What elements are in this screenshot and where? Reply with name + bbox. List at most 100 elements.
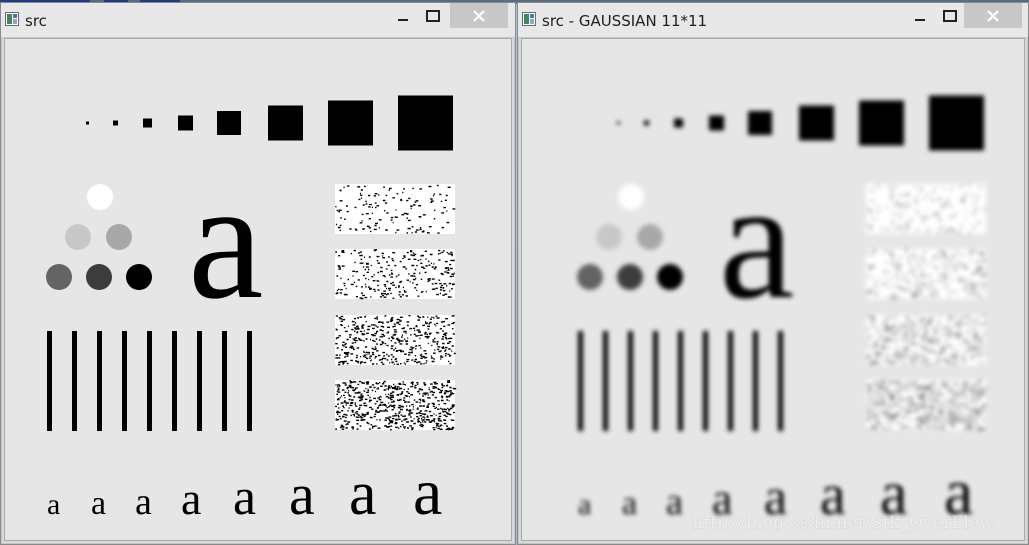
minimize-button[interactable] [906, 3, 933, 28]
black-square [86, 121, 89, 125]
image-canvas[interactable]: aaaaaaaaa [4, 38, 512, 541]
black-square [178, 115, 193, 131]
gray-circle [106, 224, 132, 250]
vertical-bars [47, 331, 252, 431]
title-bar[interactable]: src [1, 3, 515, 38]
vertical-bar [628, 331, 633, 431]
title-bar[interactable]: src - GAUSSIAN 11*11 [518, 3, 1028, 38]
vertical-bar [47, 331, 52, 431]
gray-circle [617, 264, 643, 290]
black-square [709, 115, 724, 131]
black-square [929, 95, 984, 151]
black-square [268, 105, 303, 141]
black-square [748, 111, 772, 135]
gray-circle [596, 224, 622, 250]
gray-circle [87, 184, 113, 210]
gray-circle [126, 264, 152, 290]
close-button[interactable] [964, 3, 1022, 28]
black-square [674, 118, 683, 128]
small-letter: a [181, 473, 201, 524]
minimize-icon [397, 18, 408, 21]
vertical-bar [97, 331, 102, 431]
blurred-test-pattern-image: aa a a a a a a a [577, 95, 988, 529]
maximize-button[interactable] [936, 3, 963, 28]
opencv-window-icon [5, 12, 19, 26]
black-square [859, 100, 904, 146]
square-size-row [86, 95, 453, 151]
black-square [217, 111, 241, 135]
window-title: src - GAUSSIAN 11*11 [542, 12, 708, 30]
vertical-bar [122, 331, 127, 431]
small-letter: a [233, 469, 256, 526]
opencv-window-icon [522, 12, 536, 26]
maximize-icon [942, 9, 957, 22]
letter-size-row: aaaaaaaa [47, 456, 442, 529]
black-square [617, 121, 620, 125]
noise-panel [866, 249, 986, 300]
vertical-bar [197, 331, 202, 431]
vertical-bar [72, 331, 77, 431]
maximize-icon [425, 9, 440, 22]
black-square [644, 120, 649, 126]
gray-circle [618, 184, 644, 210]
gray-circle [637, 224, 663, 250]
small-letter: a [289, 462, 315, 527]
noise-panel [335, 380, 457, 431]
close-button[interactable] [450, 3, 508, 28]
source-image-window[interactable]: src aaaaaaaaa [0, 2, 516, 545]
small-letter: a [622, 485, 637, 522]
vertical-bar [678, 331, 683, 431]
vertical-bar [172, 331, 177, 431]
noise-panel [866, 184, 987, 234]
small-letter: a [91, 485, 106, 522]
vertical-bar [603, 331, 608, 431]
vertical-bars [578, 331, 783, 431]
small-letter: a [47, 488, 60, 521]
big-letter: a [188, 146, 263, 334]
noise-panels [335, 184, 457, 431]
minimize-icon [914, 18, 925, 21]
black-square [113, 120, 118, 126]
noise-panel [866, 380, 988, 431]
small-letter: a [578, 488, 591, 521]
vertical-bar [222, 331, 227, 431]
maximize-button[interactable] [419, 3, 446, 28]
vertical-bar [147, 331, 152, 431]
window-title: src [25, 12, 47, 30]
minimize-button[interactable] [389, 3, 416, 28]
gray-circle [657, 264, 683, 290]
vertical-bar [653, 331, 658, 431]
black-square [799, 105, 834, 141]
noise-panel [335, 184, 456, 234]
black-square [398, 95, 453, 151]
vertical-bar [703, 331, 708, 431]
vertical-bar [578, 331, 583, 431]
test-pattern-image: aa a a a a a a a [46, 95, 457, 529]
square-size-row [617, 95, 984, 151]
vertical-bar [753, 331, 758, 431]
gray-circle [65, 224, 91, 250]
vertical-bar [247, 331, 252, 431]
close-icon [473, 9, 485, 22]
image-canvas[interactable]: aaaaaaaaa http://blog.csdn.net/Stk_OverF… [521, 38, 1025, 541]
noise-panel [335, 315, 456, 366]
watermark-text: http://blog.csdn.net/Stk_OverFlow [692, 513, 995, 533]
gray-circle [86, 264, 112, 290]
small-letter: a [413, 456, 442, 529]
vertical-bar [778, 331, 783, 431]
noise-panels [866, 184, 988, 431]
small-letter: a [349, 460, 377, 528]
gray-level-circles [577, 184, 683, 290]
small-letter: a [135, 481, 152, 523]
gaussian-blur-window[interactable]: src - GAUSSIAN 11*11 aaaaaaaaa http://bl… [517, 2, 1029, 545]
gray-level-circles [46, 184, 152, 290]
vertical-bar [728, 331, 733, 431]
desktop: src aaaaaaaaa src - GAUSSIAN 11*11 a a a… [0, 0, 1029, 545]
black-square [328, 100, 373, 146]
gray-circle [577, 264, 603, 290]
noise-panel [866, 315, 987, 366]
black-square [143, 118, 152, 128]
big-letter: a [719, 146, 794, 334]
small-letter: a [666, 481, 683, 523]
close-icon [987, 9, 999, 22]
